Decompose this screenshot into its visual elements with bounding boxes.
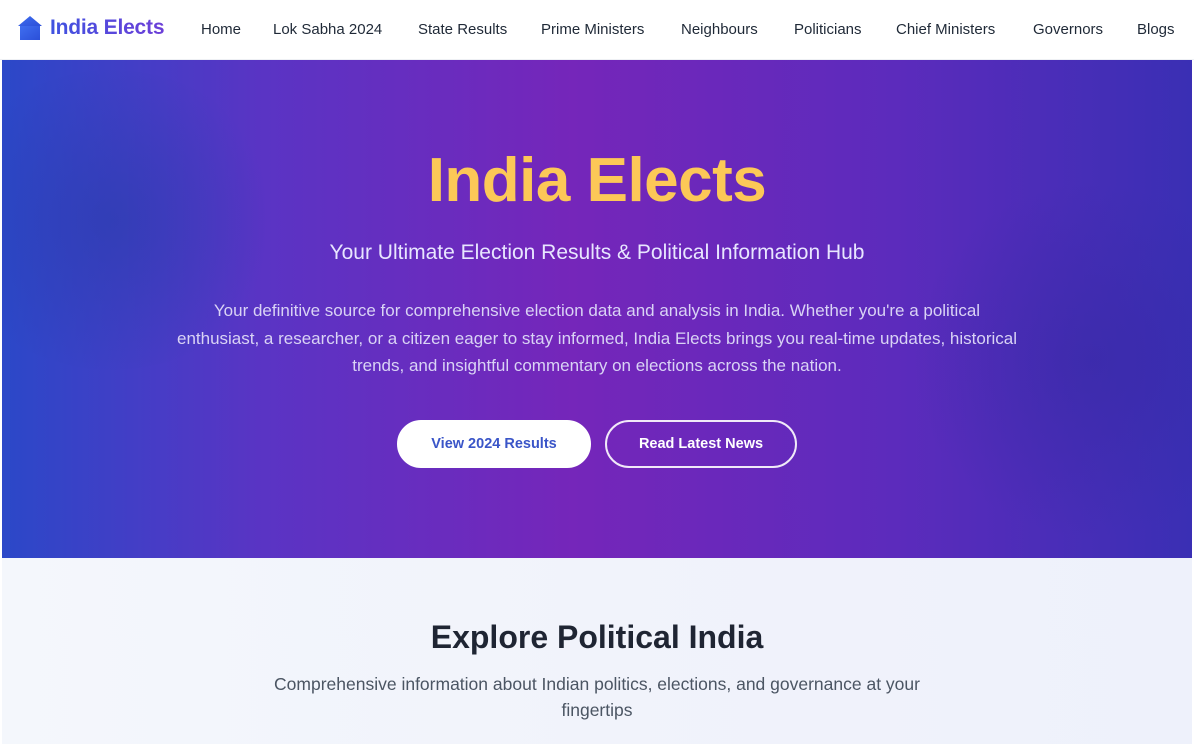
nav-link-neighbours[interactable]: Neighbours xyxy=(681,21,758,39)
explore-section: Explore Political India Comprehensive in… xyxy=(2,558,1192,744)
nav-link-politicians[interactable]: Politicians xyxy=(794,21,862,39)
hero-section: India Elects Your Ultimate Election Resu… xyxy=(2,60,1192,558)
explore-subtitle: Comprehensive information about Indian p… xyxy=(274,674,920,720)
nav-links: Home Lok Sabha 2024 State Results Prime … xyxy=(0,0,1194,60)
nav-link-governors[interactable]: Governors xyxy=(1033,21,1103,39)
view-2024-results-button[interactable]: View 2024 Results xyxy=(397,420,591,468)
nav-link-state-results[interactable]: State Results xyxy=(418,21,507,39)
nav-link-home[interactable]: Home xyxy=(201,21,241,39)
read-latest-news-button[interactable]: Read Latest News xyxy=(605,420,797,468)
hero-subtitle: Your Ultimate Election Results & Politic… xyxy=(329,241,865,264)
top-navbar: India Elects Home Lok Sabha 2024 State R… xyxy=(0,0,1194,60)
nav-link-blogs[interactable]: Blogs xyxy=(1137,21,1175,39)
nav-link-lok-sabha-2024[interactable]: Lok Sabha 2024 xyxy=(273,21,382,39)
nav-link-chief-ministers[interactable]: Chief Ministers xyxy=(896,21,995,39)
hero-title: India Elects xyxy=(427,146,767,215)
nav-link-prime-ministers[interactable]: Prime Ministers xyxy=(541,21,644,39)
explore-title: Explore Political India xyxy=(430,619,764,655)
hero-description: Your definitive source for comprehensive… xyxy=(176,301,1018,375)
